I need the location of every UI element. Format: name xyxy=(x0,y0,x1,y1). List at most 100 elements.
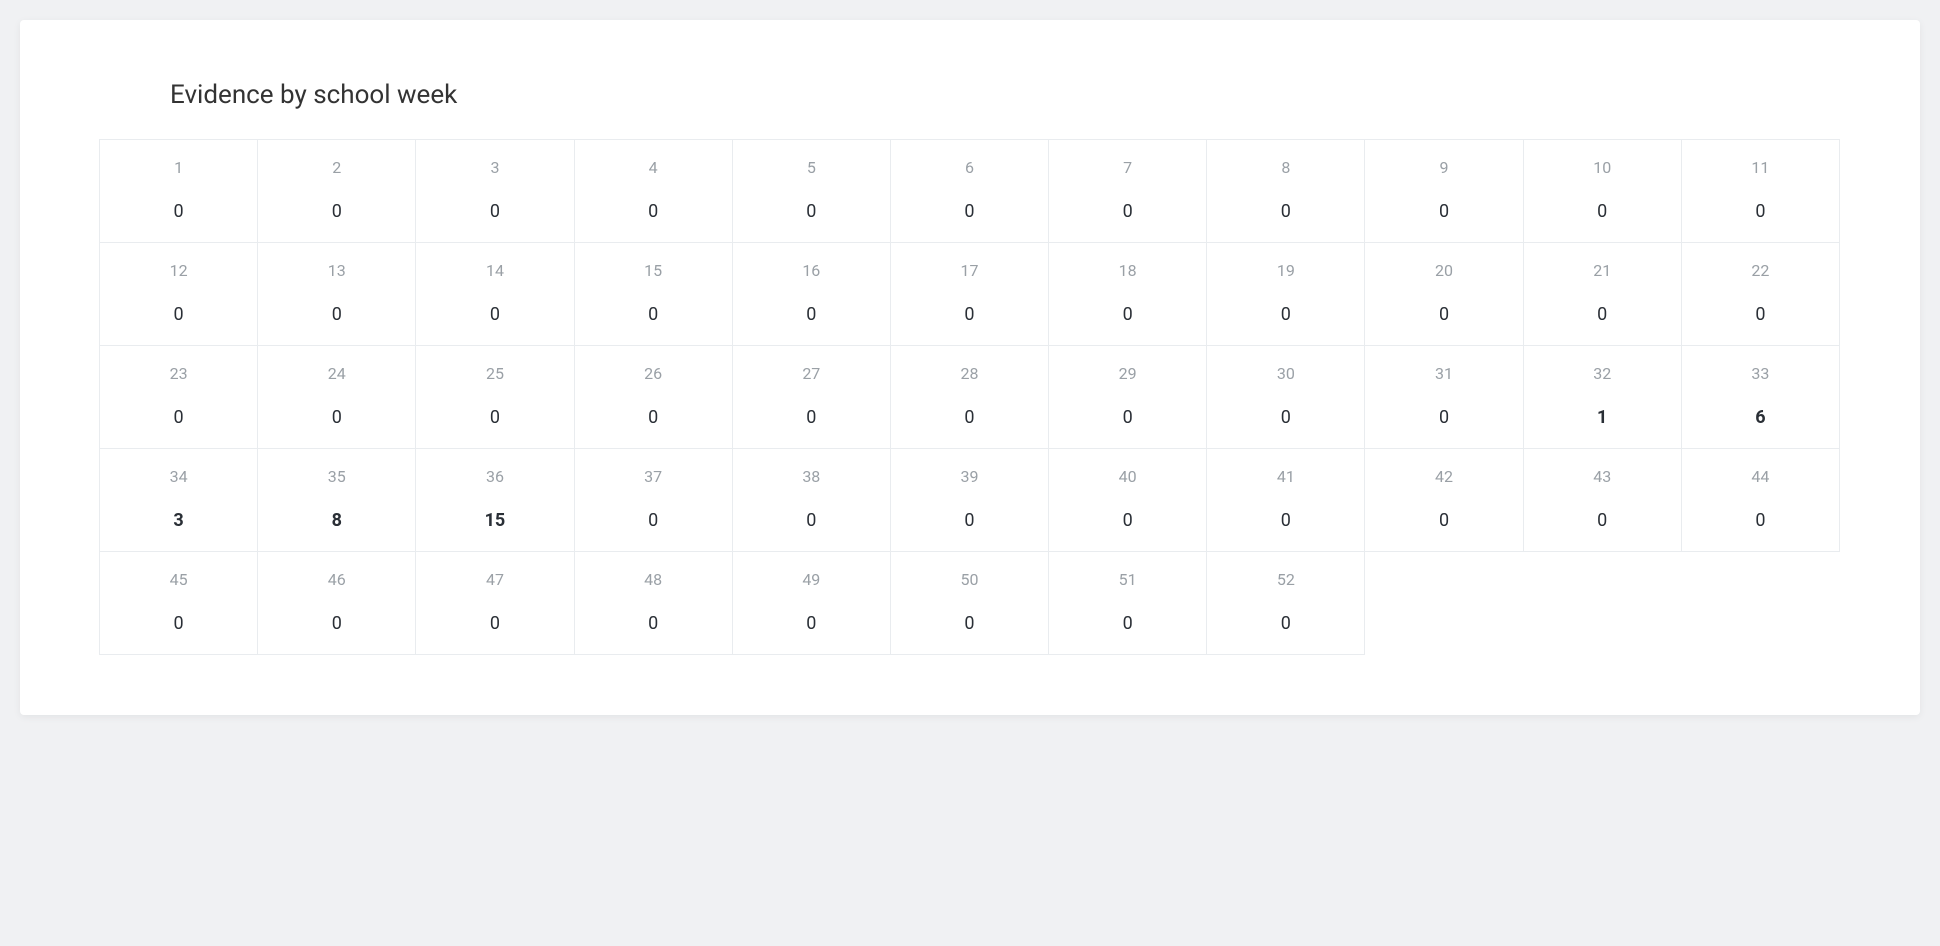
week-value: 0 xyxy=(575,613,732,634)
week-number: 25 xyxy=(416,364,573,383)
week-value: 0 xyxy=(575,407,732,428)
week-cell[interactable]: 310 xyxy=(1364,345,1523,449)
week-cell[interactable]: 440 xyxy=(1681,448,1840,552)
week-value: 0 xyxy=(1207,510,1364,531)
week-number: 42 xyxy=(1365,467,1522,486)
week-value: 0 xyxy=(575,510,732,531)
week-cell[interactable]: 430 xyxy=(1523,448,1682,552)
week-number: 39 xyxy=(891,467,1048,486)
week-value: 0 xyxy=(258,304,415,325)
week-value: 0 xyxy=(1365,510,1522,531)
week-cell[interactable]: 60 xyxy=(890,139,1049,243)
week-cell[interactable]: 520 xyxy=(1206,551,1365,655)
week-cell[interactable]: 180 xyxy=(1048,242,1207,346)
week-cell[interactable]: 170 xyxy=(890,242,1049,346)
week-value: 0 xyxy=(733,304,890,325)
week-cell[interactable]: 470 xyxy=(415,551,574,655)
week-number: 7 xyxy=(1049,158,1206,177)
week-cell[interactable]: 380 xyxy=(732,448,891,552)
week-value: 0 xyxy=(1365,201,1522,222)
week-cell[interactable]: 36 15 xyxy=(415,448,574,552)
week-cell[interactable]: 150 xyxy=(574,242,733,346)
week-number: 4 xyxy=(575,158,732,177)
week-cell[interactable]: 300 xyxy=(1206,345,1365,449)
week-value: 0 xyxy=(258,407,415,428)
week-value: 15 xyxy=(416,510,573,531)
week-value: 0 xyxy=(1207,613,1364,634)
week-number: 40 xyxy=(1049,467,1206,486)
week-cell[interactable]: 80 xyxy=(1206,139,1365,243)
week-value: 0 xyxy=(1524,304,1681,325)
week-cell[interactable]: 20 0 xyxy=(1364,242,1523,346)
week-cell[interactable]: 100 xyxy=(1523,139,1682,243)
week-value: 0 xyxy=(100,613,257,634)
week-cell[interactable]: 290 xyxy=(1048,345,1207,449)
week-number: 44 xyxy=(1682,467,1839,486)
week-cell[interactable]: 30 xyxy=(415,139,574,243)
week-cell[interactable]: 490 xyxy=(732,551,891,655)
week-cell[interactable]: 230 xyxy=(99,345,258,449)
week-cell[interactable]: 140 xyxy=(415,242,574,346)
week-cell[interactable]: 21 0 xyxy=(1523,242,1682,346)
week-cell[interactable]: 37 0 xyxy=(574,448,733,552)
week-value: 0 xyxy=(733,510,890,531)
week-value: 0 xyxy=(891,510,1048,531)
week-number: 5 xyxy=(733,158,890,177)
week-cell[interactable]: 400 xyxy=(1048,448,1207,552)
week-number: 20 xyxy=(1365,261,1522,280)
week-cell[interactable]: 336 xyxy=(1681,345,1840,449)
week-value: 0 xyxy=(1049,201,1206,222)
week-cell[interactable]: 500 xyxy=(890,551,1049,655)
week-cell[interactable]: 280 xyxy=(890,345,1049,449)
week-cell[interactable]: 450 xyxy=(99,551,258,655)
week-cell[interactable]: 343 xyxy=(99,448,258,552)
week-value: 6 xyxy=(1682,407,1839,428)
week-cell[interactable]: 321 xyxy=(1523,345,1682,449)
week-value: 0 xyxy=(416,613,573,634)
week-number: 15 xyxy=(575,261,732,280)
week-cell[interactable]: 160 xyxy=(732,242,891,346)
week-value: 0 xyxy=(1365,304,1522,325)
week-cell[interactable]: 220 xyxy=(1681,242,1840,346)
week-cell[interactable]: 42 0 xyxy=(1364,448,1523,552)
week-cell[interactable]: 50 xyxy=(732,139,891,243)
week-cell[interactable]: 10 xyxy=(99,139,258,243)
week-number: 48 xyxy=(575,570,732,589)
week-cell[interactable]: 20 xyxy=(257,139,416,243)
week-cell[interactable]: 48 0 xyxy=(574,551,733,655)
week-value: 0 xyxy=(1207,304,1364,325)
week-value: 0 xyxy=(891,407,1048,428)
week-cell[interactable]: 120 xyxy=(99,242,258,346)
week-cell[interactable]: 270 xyxy=(732,345,891,449)
week-cell[interactable]: 460 xyxy=(257,551,416,655)
week-value: 0 xyxy=(1524,510,1681,531)
week-cell[interactable]: 358 xyxy=(257,448,416,552)
week-number: 49 xyxy=(733,570,890,589)
week-value: 0 xyxy=(733,407,890,428)
week-number: 36 xyxy=(416,467,573,486)
week-cell[interactable]: 190 xyxy=(1206,242,1365,346)
week-cell[interactable]: 130 xyxy=(257,242,416,346)
week-cell[interactable]: 70 xyxy=(1048,139,1207,243)
week-cell[interactable]: 260 xyxy=(574,345,733,449)
week-cell[interactable]: 510 xyxy=(1048,551,1207,655)
week-number: 21 xyxy=(1524,261,1681,280)
week-value: 0 xyxy=(416,201,573,222)
week-number: 37 xyxy=(575,467,732,486)
week-value: 0 xyxy=(100,304,257,325)
week-value: 0 xyxy=(416,407,573,428)
week-cell[interactable]: 39 0 xyxy=(890,448,1049,552)
week-number: 23 xyxy=(100,364,257,383)
week-cell[interactable]: 240 xyxy=(257,345,416,449)
week-cell[interactable]: 40 xyxy=(574,139,733,243)
week-cell[interactable]: 90 xyxy=(1364,139,1523,243)
week-value: 0 xyxy=(1049,304,1206,325)
week-cell[interactable]: 41 0 xyxy=(1206,448,1365,552)
week-value: 8 xyxy=(258,510,415,531)
week-cell[interactable]: 25 0 xyxy=(415,345,574,449)
week-number: 14 xyxy=(416,261,573,280)
week-cell[interactable]: 110 xyxy=(1681,139,1840,243)
week-value: 0 xyxy=(1207,407,1364,428)
week-value: 0 xyxy=(891,613,1048,634)
week-number: 41 xyxy=(1207,467,1364,486)
